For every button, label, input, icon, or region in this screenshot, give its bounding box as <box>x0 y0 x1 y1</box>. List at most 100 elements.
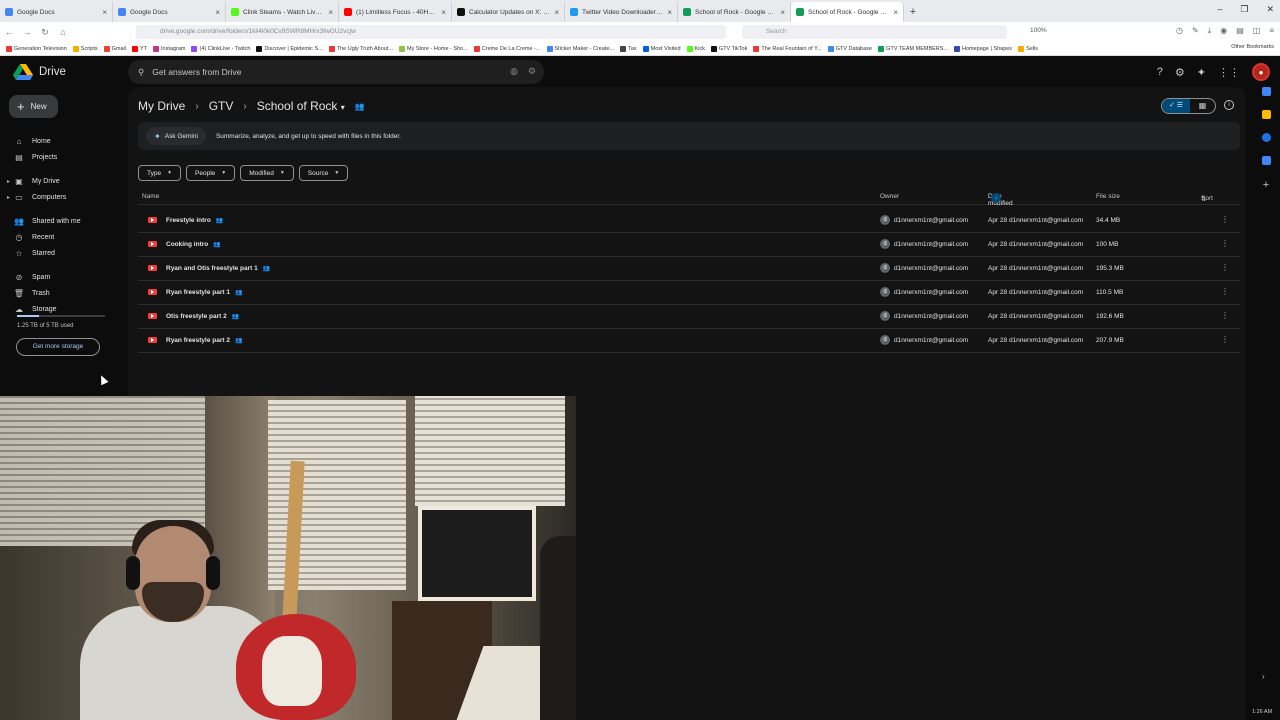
bookmark-item[interactable]: Scripts <box>72 45 98 52</box>
search-options-icon[interactable]: ⚙ <box>528 66 536 77</box>
tab-close-icon[interactable]: × <box>554 8 559 17</box>
column-name[interactable]: Name <box>142 193 159 200</box>
apps-grid-icon[interactable]: ⋮⋮ <box>1218 66 1240 79</box>
sidebar-item-starred[interactable]: ☆ Starred <box>0 245 120 261</box>
table-row[interactable]: Ryan freestyle part 1 👥 d d1nnerxm1nt@gmail… <box>138 281 1240 305</box>
tab-close-icon[interactable]: × <box>102 8 107 17</box>
tasks-icon[interactable] <box>1261 133 1271 142</box>
bookmark-item[interactable]: YT <box>131 45 147 52</box>
history-icon[interactable]: ◷ <box>1176 26 1183 36</box>
file-name[interactable]: Ryan freestyle part 2 👥 <box>166 337 242 344</box>
calendar-icon[interactable] <box>1261 87 1271 96</box>
drive-logo[interactable]: Drive <box>13 64 66 80</box>
info-icon[interactable]: i <box>1224 100 1234 110</box>
filter-chip-modified[interactable]: Modified ▼ <box>240 165 294 181</box>
tab-close-icon[interactable]: × <box>215 8 220 17</box>
more-actions-icon[interactable]: ⋮ <box>1221 335 1229 344</box>
expand-caret-icon[interactable]: ▸ <box>0 178 12 185</box>
browser-tab[interactable]: Google Docs × <box>0 2 113 22</box>
file-name[interactable]: Otis freestyle part 2 👥 <box>166 313 239 320</box>
bookmark-item[interactable]: Creme De La Creme -... <box>473 45 541 52</box>
add-addon-icon[interactable]: + <box>1263 179 1269 191</box>
table-row[interactable]: Ryan freestyle part 2 👥 d d1nnerxm1nt@gmail… <box>138 329 1240 353</box>
account-icon[interactable]: ◉ <box>1220 26 1227 36</box>
bookmark-item[interactable]: Homepage | Shapes <box>954 45 1012 52</box>
bookmark-item[interactable]: Kick <box>686 45 705 52</box>
sidebar-item-recent[interactable]: ◷ Recent <box>0 229 120 245</box>
tab-close-icon[interactable]: × <box>667 8 672 17</box>
filter-chip-people[interactable]: People ▼ <box>186 165 236 181</box>
breadcrumb-my-drive[interactable]: My Drive <box>138 99 185 113</box>
bookmark-item[interactable]: GTV TikTok <box>710 45 747 52</box>
sidebar-item-trash[interactable]: 🗑 Trash <box>0 285 120 301</box>
bookmark-item[interactable]: (4) ClinkLive - Twitch <box>191 45 250 52</box>
table-row[interactable]: Freestyle intro 👥 d d1nnerxm1nt@gmail.com Ap… <box>138 209 1240 233</box>
get-more-storage-button[interactable]: Get more storage <box>16 338 100 356</box>
bookmark-item[interactable]: Generation Television <box>6 45 67 52</box>
reload-icon[interactable]: ↻ <box>36 27 54 38</box>
file-name[interactable]: Ryan freestyle part 1 👥 <box>166 289 242 296</box>
tab-close-icon[interactable]: × <box>328 8 333 17</box>
bookmark-item[interactable]: Discover | Epidemic S... <box>256 45 323 52</box>
browser-tab[interactable]: School of Rock - Google Drive × <box>791 2 904 22</box>
file-name[interactable]: Cooking intro 👥 <box>166 241 221 248</box>
browser-tab[interactable]: Twitter Video Downloader - Do × <box>565 2 678 22</box>
bookmark-item[interactable]: Gmail <box>103 45 126 52</box>
expand-caret-icon[interactable]: ▸ <box>0 194 12 201</box>
address-bar[interactable]: drive.google.com/drive/folders/1kli4i0k0… <box>136 25 726 39</box>
contacts-icon[interactable] <box>1261 156 1271 165</box>
more-actions-icon[interactable]: ⋮ <box>1221 263 1229 272</box>
minimize-icon[interactable]: – <box>1217 4 1222 15</box>
bookmark-item[interactable]: Tax <box>620 45 637 52</box>
filter-chip-source[interactable]: Source ▼ <box>298 165 349 181</box>
back-icon[interactable]: ← <box>0 27 18 37</box>
sidebar-item-home[interactable]: ⌂ Home <box>0 133 120 149</box>
new-button[interactable]: + New <box>9 95 58 118</box>
drive-search-bar[interactable]: ⚲ Get answers from Drive ◍ ⚙ <box>128 60 544 84</box>
tab-close-icon[interactable]: × <box>893 8 898 17</box>
forward-icon[interactable]: → <box>18 27 36 37</box>
more-actions-icon[interactable]: ⋮ <box>1221 215 1229 224</box>
sidebar-item-computers[interactable]: ▸ ▭ Computers <box>0 189 120 205</box>
bookmark-item[interactable]: Most Visited <box>642 45 681 52</box>
bookmark-item[interactable]: GTV Database <box>827 45 872 52</box>
home-browser-icon[interactable]: ⌂ <box>54 27 72 37</box>
more-actions-icon[interactable]: ⋮ <box>1221 287 1229 296</box>
close-window-icon[interactable]: ✕ <box>1266 4 1274 15</box>
search-icon[interactable]: ⚲ <box>138 67 144 78</box>
browser-tab[interactable]: School of Rock - Google Drive × <box>678 2 791 22</box>
browser-search-input[interactable]: Search <box>742 25 1007 39</box>
browser-tab[interactable]: Clink Steams - Watch Live on K× <box>226 2 339 22</box>
list-view-button[interactable]: ✓ ☰ <box>1162 99 1190 113</box>
bookmark-item[interactable]: Sells <box>1018 45 1038 52</box>
sidebar-item-my-drive[interactable]: ▸ ▣ My Drive <box>0 173 120 189</box>
sort-arrow-down-icon[interactable]: ↓ <box>991 193 1001 203</box>
file-name[interactable]: Ryan and Otis freestyle part 1 👥 <box>166 265 270 272</box>
zoom-level[interactable]: 100% <box>1030 27 1047 34</box>
ask-gemini-button[interactable]: ✦ Ask Gemini <box>146 127 206 145</box>
browser-tab[interactable]: Calculator Updates on X: "Clavic× <box>452 2 565 22</box>
breadcrumb-current-folder[interactable]: School of Rock ▾ <box>257 99 345 113</box>
edit-icon[interactable]: ✎ <box>1192 26 1199 36</box>
grid-view-button[interactable]: ▦ <box>1190 99 1215 113</box>
bookmark-item[interactable]: The Real Fountain of Y... <box>753 45 822 52</box>
settings-gear-icon[interactable]: ⚙ <box>1175 66 1185 79</box>
help-icon[interactable]: ? <box>1157 66 1163 78</box>
account-avatar[interactable]: ● <box>1252 63 1270 81</box>
sidebar-item-spam[interactable]: ⊘ Spam <box>0 269 120 285</box>
file-name[interactable]: Freestyle intro 👥 <box>166 217 223 224</box>
search-input[interactable]: Get answers from Drive <box>152 67 241 77</box>
assistant-icon[interactable]: ◍ <box>510 66 518 77</box>
sidebar-item-shared-with-me[interactable]: 👥 Shared with me <box>0 213 120 229</box>
column-file-size[interactable]: File size <box>1096 193 1120 200</box>
download-icon[interactable]: ⤓ <box>1208 26 1212 36</box>
browser-tab[interactable]: (1) Limitless Focus - 40Hz G × <box>339 2 452 22</box>
extensions-icon[interactable]: ▤ <box>1236 26 1244 36</box>
menu-icon[interactable]: ≡ <box>1269 26 1274 36</box>
keep-icon[interactable] <box>1261 110 1271 119</box>
gemini-sparkle-icon[interactable]: ✦ <box>1197 66 1206 79</box>
pocket-icon[interactable]: ◫ <box>1253 26 1261 36</box>
sidebar-item-projects[interactable]: ▤ Projects <box>0 149 120 165</box>
more-actions-icon[interactable]: ⋮ <box>1221 239 1229 248</box>
filter-chip-type[interactable]: Type ▼ <box>138 165 182 181</box>
